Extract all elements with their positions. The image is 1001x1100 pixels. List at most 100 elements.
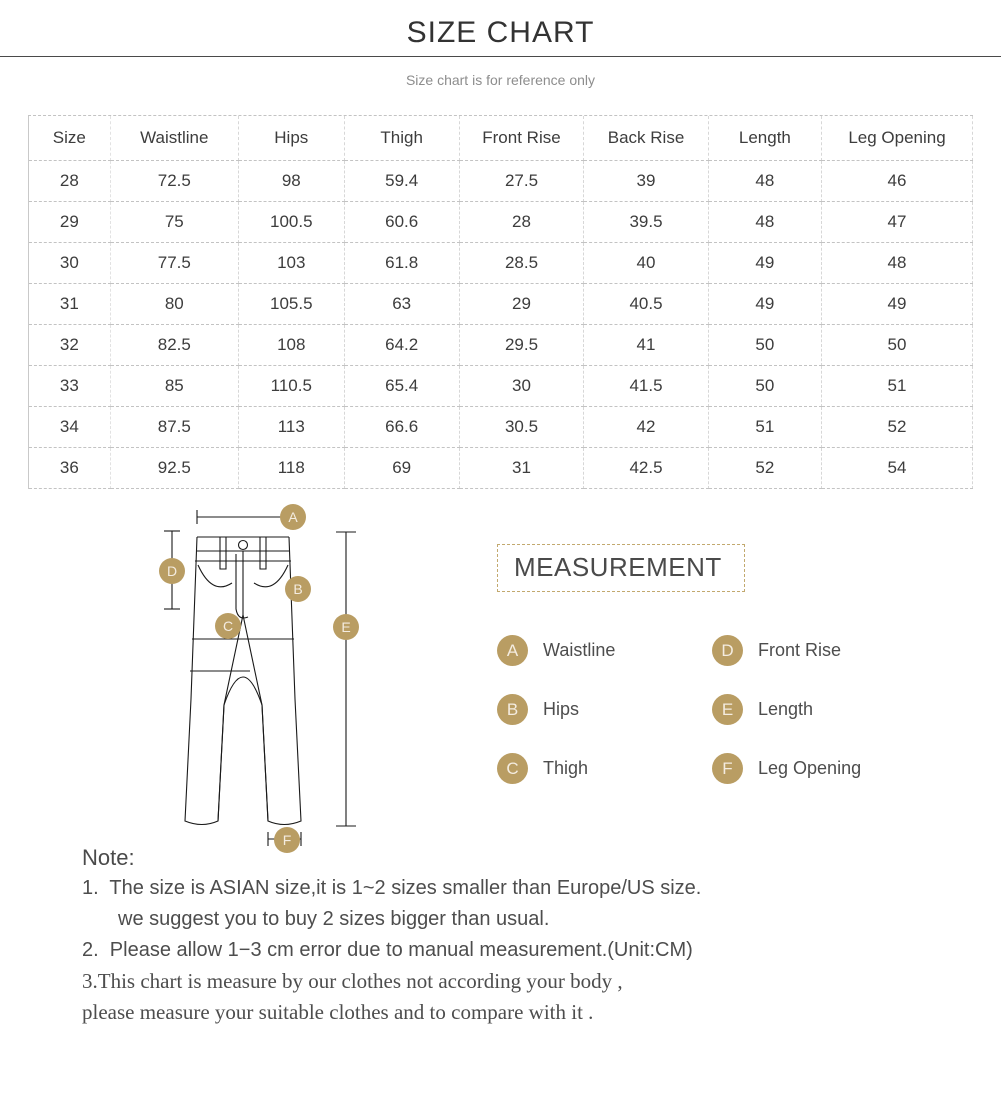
cell-hips: 118: [238, 447, 345, 489]
column-header-waistline: Waistline: [110, 116, 239, 161]
legend-badge-b: B: [497, 693, 528, 725]
legend-badge-c: C: [497, 752, 528, 784]
cell-size: 33: [29, 365, 111, 407]
cell-length: 49: [708, 283, 823, 325]
cell-back-rise: 41: [583, 324, 709, 366]
measurement-heading: MEASUREMENT: [497, 543, 745, 592]
cell-back-rise: 39.5: [583, 201, 709, 243]
title-divider: [0, 56, 1001, 57]
legend-label-front-rise: Front Rise: [758, 639, 842, 660]
diagram-marker-a: A: [280, 503, 306, 530]
cell-thigh: 65.4: [344, 365, 460, 407]
cell-leg-opening: 46: [821, 160, 973, 202]
cell-front-rise: 30: [459, 365, 585, 407]
cell-hips: 108: [238, 324, 345, 366]
svg-text:E: E: [341, 619, 350, 635]
column-header-length: Length: [708, 116, 823, 161]
measurement-legend: MEASUREMENT A Waistline D Front Rise B H…: [497, 543, 927, 784]
cell-hips: 110.5: [238, 365, 345, 407]
cell-back-rise: 39: [583, 160, 709, 202]
cell-waistline: 75: [110, 201, 239, 243]
cell-back-rise: 42: [583, 406, 709, 448]
cell-hips: 103: [238, 242, 345, 284]
cell-length: 51: [708, 406, 823, 448]
table-row: 32 82.5 108 64.2 29.5 41 50 50: [29, 324, 973, 366]
cell-length: 50: [708, 365, 823, 407]
legend-item-length: E Length: [712, 693, 927, 725]
measurement-section: A B C D E F MEASUREMENT A Waistline D Fr…: [0, 499, 1001, 859]
table-row: 29 75 100.5 60.6 28 39.5 48 47: [29, 201, 973, 243]
jeans-diagram: A B C D E F: [150, 499, 410, 864]
size-table-container: Size Waistline Hips Thigh Front Rise Bac…: [28, 115, 973, 489]
legend-badge-a: A: [497, 634, 528, 666]
cell-hips: 105.5: [238, 283, 345, 325]
cell-thigh: 59.4: [344, 160, 460, 202]
legend-item-waistline: A Waistline: [497, 634, 712, 666]
legend-item-thigh: C Thigh: [497, 752, 712, 784]
cell-thigh: 63: [344, 283, 460, 325]
diagram-marker-d: D: [159, 557, 185, 584]
cell-front-rise: 29.5: [459, 324, 585, 366]
cell-leg-opening: 51: [821, 365, 973, 407]
dimension-line-a: [196, 509, 290, 524]
cell-leg-opening: 48: [821, 242, 973, 284]
page-title: SIZE CHART: [406, 16, 595, 49]
table-row: 30 77.5 103 61.8 28.5 40 49 48: [29, 242, 973, 284]
note-line-3b: please measure your suitable clothes and…: [82, 1000, 594, 1024]
cell-hips: 98: [238, 160, 345, 202]
legend-badge-e: E: [712, 693, 743, 725]
cell-waistline: 87.5: [110, 406, 239, 448]
note-line-3a: 3.This chart is measure by our clothes n…: [82, 969, 623, 993]
cell-thigh: 60.6: [344, 201, 460, 243]
notes-heading: Note:: [82, 845, 135, 870]
legend-label-length: Length: [758, 698, 814, 719]
note-line-1b: we suggest you to buy 2 sizes bigger tha…: [118, 908, 550, 930]
cell-size: 31: [29, 283, 111, 325]
size-table-header: Size Waistline Hips Thigh Front Rise Bac…: [29, 116, 973, 161]
size-table: Size Waistline Hips Thigh Front Rise Bac…: [29, 116, 973, 489]
cell-leg-opening: 47: [821, 201, 973, 243]
cell-thigh: 66.6: [344, 406, 460, 448]
column-header-leg-opening: Leg Opening: [821, 116, 973, 161]
svg-text:D: D: [167, 563, 177, 579]
note-line-2: 2. Please allow 1−3 cm error due to manu…: [82, 939, 693, 961]
cell-waistline: 92.5: [110, 447, 239, 489]
dimension-line-e: [336, 530, 356, 827]
cell-back-rise: 41.5: [583, 365, 709, 407]
table-row: 31 80 105.5 63 29 40.5 49 49: [29, 283, 973, 325]
cell-leg-opening: 50: [821, 324, 973, 366]
legend-badge-d: D: [712, 634, 743, 666]
column-header-size: Size: [29, 116, 111, 161]
cell-back-rise: 40.5: [583, 283, 709, 325]
cell-leg-opening: 54: [821, 447, 973, 489]
jeans-diagram-svg: A B C D E F: [159, 503, 359, 853]
column-header-back-rise: Back Rise: [583, 116, 709, 161]
cell-size: 32: [29, 324, 111, 366]
legend-label-waistline: Waistline: [543, 639, 616, 660]
page-header: SIZE CHART Size chart is for reference o…: [0, 0, 1001, 89]
cell-front-rise: 31: [459, 447, 585, 489]
note-line-1a: 1. The size is ASIAN size,it is 1~2 size…: [82, 877, 702, 899]
cell-back-rise: 42.5: [583, 447, 709, 489]
cell-waistline: 85: [110, 365, 239, 407]
cell-length: 52: [708, 447, 823, 489]
cell-thigh: 64.2: [344, 324, 460, 366]
column-header-front-rise: Front Rise: [459, 116, 585, 161]
cell-front-rise: 28: [459, 201, 585, 243]
cell-size: 34: [29, 406, 111, 448]
cell-size: 29: [29, 201, 111, 243]
cell-size: 36: [29, 447, 111, 489]
cell-waistline: 77.5: [110, 242, 239, 284]
legend-item-leg-opening: F Leg Opening: [712, 752, 927, 784]
table-row: 28 72.5 98 59.4 27.5 39 48 46: [29, 160, 973, 202]
page-subtitle: Size chart is for reference only: [405, 72, 596, 88]
cell-waistline: 80: [110, 283, 239, 325]
cell-back-rise: 40: [583, 242, 709, 284]
cell-waistline: 82.5: [110, 324, 239, 366]
legend-item-hips: B Hips: [497, 693, 712, 725]
legend-label-leg-opening: Leg Opening: [758, 757, 862, 778]
cell-length: 50: [708, 324, 823, 366]
column-header-thigh: Thigh: [344, 116, 460, 161]
cell-leg-opening: 49: [821, 283, 973, 325]
cell-hips: 113: [238, 406, 345, 448]
